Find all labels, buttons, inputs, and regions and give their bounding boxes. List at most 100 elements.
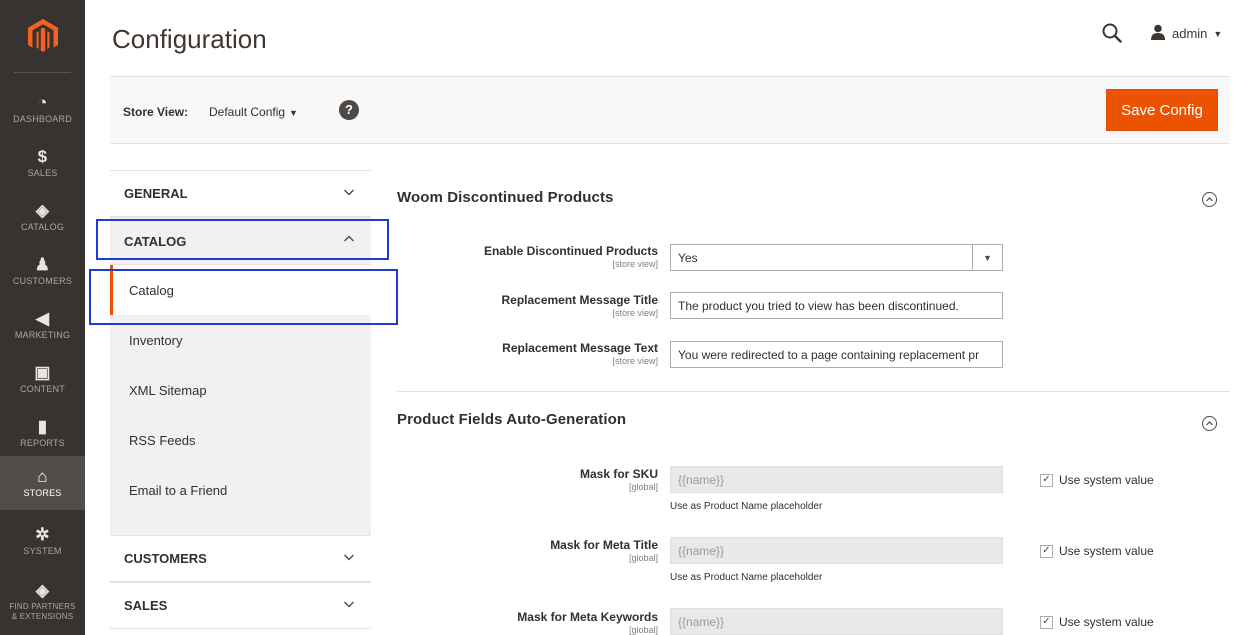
user-icon — [1150, 24, 1166, 43]
search-icon[interactable] — [1101, 22, 1123, 44]
nav-item-reports[interactable]: ▮ REPORTS — [0, 406, 85, 460]
mask-meta-title-input[interactable]: {{name}} — [670, 537, 1003, 564]
nav-item-sales[interactable]: $ SALES — [0, 136, 85, 190]
field-label-enable-discontinued: Enable Discontinued Products [store view… — [484, 244, 658, 269]
nav-item-label: SALES — [27, 168, 58, 178]
chevron-down-icon: ▼ — [972, 245, 1002, 270]
field-label-text: Replacement Message Text — [502, 341, 658, 355]
store-icon: ⌂ — [37, 467, 48, 486]
checkmark-icon: ✓ — [1040, 615, 1053, 629]
person-icon: ♟ — [34, 255, 51, 274]
section-title-discontinued[interactable]: Woom Discontinued Products — [397, 189, 614, 206]
nav-item-label: CATALOG — [20, 222, 65, 232]
field-label-text: Mask for Meta Keywords — [517, 610, 658, 624]
mask-meta-keywords-input[interactable]: {{name}} — [670, 608, 1003, 635]
store-view-switcher[interactable]: Default Config ▼ — [209, 105, 298, 119]
chevron-down-icon — [344, 554, 354, 561]
help-icon[interactable]: ? — [339, 100, 359, 120]
collapse-icon[interactable] — [1202, 416, 1217, 431]
field-label-text: Enable Discontinued Products — [483, 244, 658, 258]
field-scope: [global] — [628, 625, 658, 635]
tab-label: CATALOG — [124, 233, 187, 249]
field-label-text: Replacement Message Title — [501, 293, 658, 307]
message-text-input[interactable]: You were redirected to a page containing… — [670, 341, 1003, 368]
sub-item-rss-feeds[interactable]: RSS Feeds — [110, 415, 371, 465]
nav-item-system[interactable]: ✲ SYSTEM — [0, 514, 85, 568]
enable-discontinued-select[interactable]: Yes ▼ — [670, 244, 1003, 271]
nav-item-customers[interactable]: ♟ CUSTOMERS — [0, 244, 85, 298]
checkbox-label: Use system value — [1059, 615, 1154, 629]
dashboard-icon: ◔ — [37, 93, 48, 112]
sub-item-xml-sitemap[interactable]: XML Sitemap — [110, 365, 371, 415]
tab-label: GENERAL — [124, 186, 188, 201]
field-scope: [global] — [628, 482, 658, 492]
field-label-mask-meta-keywords: Mask for Meta Keywords [global] — [517, 610, 658, 635]
store-view-label: Store View: — [123, 105, 189, 119]
use-system-value-checkbox[interactable]: ✓ Use system value — [1040, 544, 1154, 558]
nav-item-label: REPORTS — [20, 438, 65, 448]
page-title: Configuration — [112, 24, 267, 54]
bar-chart-icon: ▮ — [37, 417, 48, 436]
nav-item-label: FIND PARTNERS & EXTENSIONS — [9, 602, 76, 621]
tab-general[interactable]: GENERAL — [110, 170, 371, 217]
field-scope: [store view] — [612, 356, 658, 366]
tab-label: CUSTOMERS — [124, 551, 207, 566]
field-scope: [store view] — [612, 308, 658, 318]
box-icon: ◈ — [35, 201, 50, 220]
megaphone-icon: ◀ — [35, 309, 50, 328]
user-name: admin — [1172, 26, 1208, 41]
collapse-icon[interactable] — [1202, 192, 1217, 207]
dollar-icon: $ — [37, 147, 48, 166]
save-config-button[interactable]: Save Config — [1106, 89, 1218, 131]
chevron-down-icon — [344, 601, 354, 608]
section-title-autogen[interactable]: Product Fields Auto-Generation — [397, 411, 626, 428]
mask-sku-input[interactable]: {{name}} — [670, 466, 1003, 493]
chevron-down-icon: ▼ — [1213, 28, 1223, 39]
field-scope: [store view] — [612, 259, 658, 269]
nav-item-label: SYSTEM — [23, 546, 62, 556]
checkbox-label: Use system value — [1059, 544, 1154, 558]
user-menu[interactable]: admin ▼ — [1150, 24, 1222, 43]
magento-logo-icon[interactable] — [0, 0, 85, 72]
nav-item-dashboard[interactable]: ◔ DASHBOARD — [0, 82, 85, 136]
puzzle-box-icon: ◈ — [35, 581, 50, 600]
checkmark-icon: ✓ — [1040, 544, 1053, 558]
nav-item-catalog[interactable]: ◈ CATALOG — [0, 190, 85, 244]
nav-item-marketing[interactable]: ◀ MARKETING — [0, 298, 85, 352]
field-label-text: Mask for Meta Title — [550, 538, 658, 552]
store-view-value: Default Config — [209, 105, 286, 119]
field-label-mask-sku: Mask for SKU [global] — [580, 467, 658, 492]
nav-item-label: MARKETING — [14, 330, 71, 340]
tab-customers[interactable]: CUSTOMERS — [110, 535, 371, 582]
field-note: Use as Product Name placeholder — [670, 572, 823, 583]
nav-item-content[interactable]: ▣ CONTENT — [0, 352, 85, 406]
field-label-text: Mask for SKU — [579, 467, 658, 481]
store-view-bar: Store View: Default Config ▼ ? Save Confi… — [110, 76, 1230, 144]
checkbox-label: Use system value — [1059, 473, 1154, 487]
gear-icon: ✲ — [35, 525, 50, 544]
use-system-value-checkbox[interactable]: ✓ Use system value — [1040, 473, 1154, 487]
catalog-sub-list: Catalog Inventory XML Sitemap RSS Feeds … — [110, 265, 371, 536]
tab-label: SALES — [124, 598, 168, 613]
chevron-down-icon — [344, 189, 354, 196]
nav-item-label: STORES — [23, 488, 62, 498]
nav-item-label: DASHBOARD — [13, 114, 72, 124]
field-label-message-title: Replacement Message Title [store view] — [501, 293, 658, 318]
sub-item-email-to-friend[interactable]: Email to a Friend — [110, 465, 371, 515]
config-tabs: GENERAL CATALOG Catalog Inventory XML Si… — [110, 170, 371, 635]
nav-item-find-partners[interactable]: ◈ FIND PARTNERS & EXTENSIONS — [0, 572, 85, 632]
sub-item-inventory[interactable]: Inventory — [110, 315, 371, 365]
chevron-down-icon: ▼ — [289, 108, 298, 118]
use-system-value-checkbox[interactable]: ✓ Use system value — [1040, 615, 1154, 629]
nav-item-label: CONTENT — [20, 384, 65, 394]
sub-item-catalog[interactable]: Catalog — [110, 265, 371, 315]
message-title-input[interactable]: The product you tried to view has been d… — [670, 292, 1003, 319]
nav-item-stores[interactable]: ⌂ STORES — [0, 456, 85, 510]
field-note: Use as Product Name placeholder — [670, 501, 823, 512]
section-divider — [397, 391, 1230, 392]
tab-catalog[interactable]: CATALOG — [110, 217, 371, 265]
select-value: Yes — [678, 251, 698, 265]
field-label-message-text: Replacement Message Text [store view] — [502, 341, 658, 366]
tab-sales[interactable]: SALES — [110, 582, 371, 629]
checkmark-icon: ✓ — [1040, 473, 1053, 487]
